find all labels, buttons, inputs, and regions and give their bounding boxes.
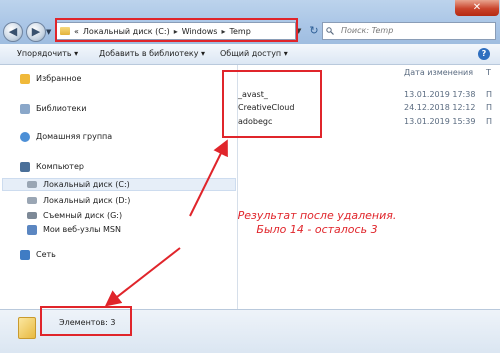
annotation-line-2: Было 14 - осталось 3 — [256, 223, 378, 236]
annotation-text: Результат после удаления. Было 14 - оста… — [222, 209, 412, 237]
annotation-line-1: Результат после удаления. — [237, 209, 397, 222]
annotation-arrows — [104, 139, 228, 307]
arrow-to-files — [189, 139, 228, 217]
arrow-to-status — [104, 247, 181, 307]
